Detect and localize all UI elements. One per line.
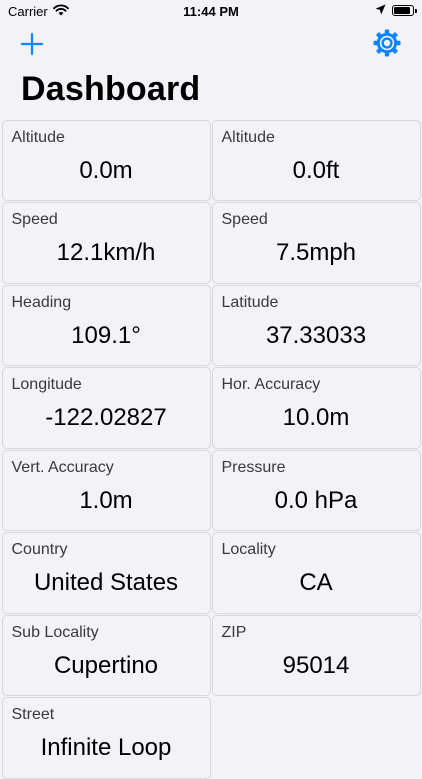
tile-label: Latitude: [221, 293, 279, 311]
tile-label: Vert. Accuracy: [11, 458, 114, 476]
tile-value: -122.02827: [45, 404, 167, 431]
tile-locality[interactable]: Locality CA: [211, 532, 421, 614]
battery-icon: [392, 5, 417, 16]
page-title: Dashboard: [21, 70, 201, 108]
tile-label: Altitude: [221, 128, 275, 146]
tile-sub-locality[interactable]: Sub Locality Cupertino: [1, 614, 211, 696]
tile-zip[interactable]: ZIP 95014: [211, 614, 421, 696]
tile-value: 37.33033: [265, 321, 367, 349]
tile-horizontal-accuracy[interactable]: Hor. Accuracy 10.0m: [211, 367, 421, 449]
tile-value: Cupertino: [53, 651, 159, 679]
tile-value: CA: [299, 569, 333, 596]
plus-icon: [18, 32, 46, 62]
tile-label: Pressure: [221, 458, 286, 476]
gear-icon: [372, 29, 402, 62]
status-bar: Carrier 11:44 PM: [0, 0, 422, 24]
tile-label: Locality: [221, 541, 276, 558]
tile-label: Country: [11, 541, 68, 558]
tile-altitude-ft[interactable]: Altitude 0.0ft: [211, 119, 421, 201]
battery-fill: [394, 7, 411, 14]
dashboard-grid: Altitude 0.0m Altitude 0.0ft Speed 12.1k…: [1, 119, 421, 779]
settings-button[interactable]: [372, 28, 402, 58]
status-right: [375, 3, 417, 18]
tile-speed-mph[interactable]: Speed 7.5mph: [211, 202, 421, 284]
tile-heading[interactable]: Heading 109.1°: [1, 284, 211, 366]
tile-value: 7.5mph: [275, 239, 357, 266]
tile-street[interactable]: Street Infinite Loop: [1, 697, 211, 779]
tile-value: 0.0ft: [292, 156, 340, 184]
tile-label: Street: [11, 706, 55, 723]
tile-label: Altitude: [11, 128, 65, 146]
tile-value: United States: [33, 569, 179, 596]
tile-label: Longitude: [11, 376, 82, 393]
tile-vertical-accuracy[interactable]: Vert. Accuracy 1.0m: [1, 449, 211, 531]
tile-label: Hor. Accuracy: [221, 376, 321, 393]
tile-value: 1.0m: [79, 486, 133, 514]
tile-value: 12.1km/h: [56, 239, 156, 266]
tile-country[interactable]: Country United States: [1, 532, 211, 614]
add-button[interactable]: [18, 30, 46, 58]
tile-label: Speed: [221, 211, 268, 228]
tile-pressure[interactable]: Pressure 0.0 hPa: [211, 449, 421, 531]
tile-speed-kmh[interactable]: Speed 12.1km/h: [1, 202, 211, 284]
tile-value: 109.1°: [71, 321, 141, 349]
tile-value: 0.0m: [79, 156, 133, 184]
tile-label: Speed: [11, 211, 58, 228]
tile-latitude[interactable]: Latitude 37.33033: [211, 284, 421, 366]
tile-longitude[interactable]: Longitude -122.02827: [1, 367, 211, 449]
tile-value: 10.0m: [282, 404, 350, 431]
tile-label: Heading: [11, 293, 72, 311]
location-arrow-icon: [375, 3, 386, 18]
tile-label: Sub Locality: [11, 623, 99, 641]
tile-value: 95014: [282, 651, 350, 679]
status-time: 11:44 PM: [183, 4, 239, 19]
tile-altitude-m[interactable]: Altitude 0.0m: [1, 119, 211, 201]
tile-value: Infinite Loop: [40, 734, 172, 761]
tile-label: ZIP: [221, 623, 247, 641]
tile-value: 0.0 hPa: [274, 486, 358, 514]
